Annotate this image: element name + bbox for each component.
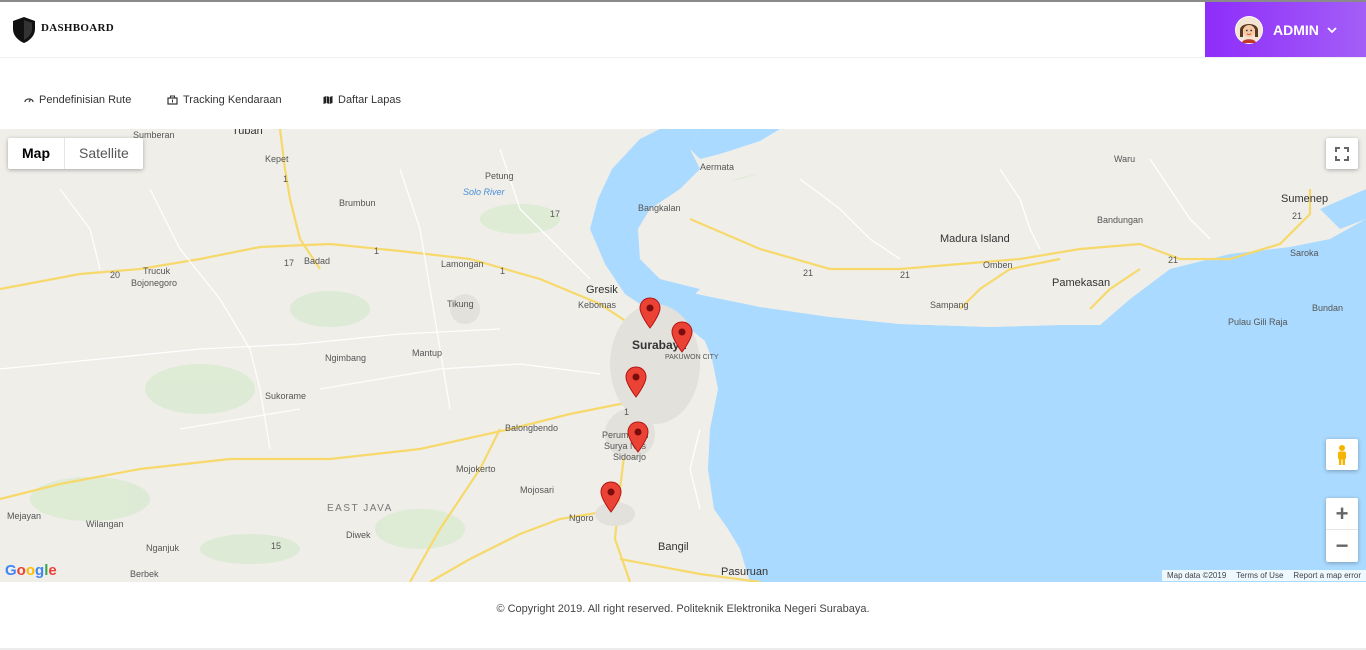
place-label: Balongbendo <box>505 423 559 433</box>
place-label: Bandungan <box>1097 215 1144 225</box>
admin-menu-button[interactable]: ADMIN <box>1205 2 1366 57</box>
location-marker-icon[interactable] <box>627 421 649 453</box>
place-label: Mantup <box>412 348 443 358</box>
top-header: DASHBOARD ADMIN <box>0 2 1366 58</box>
google-logo[interactable]: Google <box>5 562 57 579</box>
place-label: Waru <box>1114 154 1136 164</box>
place-label: Bundan <box>1312 303 1344 313</box>
map-attribution: Map data ©2019 Terms of Use Report a map… <box>1162 570 1366 581</box>
place-label: Sumenep <box>1281 193 1329 205</box>
place-label: Wilangan <box>86 519 124 529</box>
place-label: Lamongan <box>441 259 484 269</box>
place-label: Bangkalan <box>638 203 681 213</box>
map-type-map-button[interactable]: Map <box>8 138 65 169</box>
shield-icon[interactable] <box>12 16 36 44</box>
footer: © Copyright 2019. All right reserved. Po… <box>0 582 1366 650</box>
place-label: Ngoro <box>569 513 594 523</box>
place-label: Nganjuk <box>146 543 180 553</box>
place-label: Tuban <box>232 129 263 137</box>
place-label: Pamekasan <box>1052 277 1111 289</box>
place-label: Badad <box>304 256 331 266</box>
zoom-control: + − <box>1326 498 1358 562</box>
map-data-text: Map data ©2019 <box>1167 571 1227 580</box>
place-label: Brumbun <box>339 198 376 208</box>
place-label: Pasuruan <box>721 566 769 578</box>
place-label: Mejayan <box>7 511 42 521</box>
nav-item-pendefinisian-rute[interactable]: Pendefinisian Rute <box>24 94 131 106</box>
vehicle-icon <box>167 95 178 105</box>
brand-title[interactable]: DASHBOARD <box>41 22 114 34</box>
route-shield: 15 <box>271 541 282 551</box>
place-label: Diwek <box>346 530 371 540</box>
route-shield: 17 <box>550 209 561 219</box>
nav-item-label: Tracking Kendaraan <box>183 94 282 106</box>
place-label: Kepet <box>265 154 289 164</box>
place-label: Mojokerto <box>456 464 496 474</box>
zoom-in-button[interactable]: + <box>1326 498 1358 530</box>
route-shield: 1 <box>283 174 289 184</box>
location-marker-icon[interactable] <box>639 297 661 329</box>
place-label: Madura Island <box>940 233 1010 245</box>
main-nav: Pendefinisian Rute Tracking Kendaraan Da… <box>0 88 1366 116</box>
place-label: Trucuk <box>143 266 171 276</box>
place-label: Solo River <box>463 187 505 197</box>
region-label: EAST JAVA <box>327 503 393 514</box>
fullscreen-button[interactable] <box>1326 138 1358 169</box>
route-shield: 1 <box>374 246 380 256</box>
zoom-out-button[interactable]: − <box>1326 530 1358 562</box>
route-shield: 21 <box>900 270 911 280</box>
route-shield: 17 <box>284 258 295 268</box>
report-map-error-link[interactable]: Report a map error <box>1293 571 1361 580</box>
map-canvas[interactable]: 17 1 17 1 1 20 21 21 21 21 1 15 Tuban Su… <box>0 129 1366 582</box>
place-label: Omben <box>983 260 1013 270</box>
route-icon <box>24 98 34 103</box>
nav-item-label: Pendefinisian Rute <box>39 94 132 106</box>
location-marker-icon[interactable] <box>625 366 647 398</box>
place-label: Sukorame <box>265 391 307 401</box>
nav-item-tracking-kendaraan[interactable]: Tracking Kendaraan <box>167 94 282 106</box>
route-shield: 1 <box>500 266 506 276</box>
place-label: Berbek <box>130 569 159 579</box>
place-label: Pulau Gili Raja <box>1228 317 1288 327</box>
avatar <box>1235 15 1263 44</box>
place-label: Sampang <box>930 300 969 310</box>
place-label: Mojosari <box>520 485 555 495</box>
place-label: Tikung <box>447 299 474 309</box>
location-marker-icon[interactable] <box>671 321 693 353</box>
route-shield: 20 <box>110 270 121 280</box>
user-avatar-icon <box>1236 16 1262 43</box>
location-marker-icon[interactable] <box>600 481 622 513</box>
route-shield: 21 <box>803 268 814 278</box>
pegman-icon <box>1338 444 1346 465</box>
place-label: PAKUWON CITY <box>665 354 719 361</box>
nav-item-label: Daftar Lapas <box>338 94 401 106</box>
chevron-down-icon <box>1327 27 1337 34</box>
place-label: Sidoarjo <box>613 452 647 462</box>
place-label: Gresik <box>586 284 618 296</box>
map-icon <box>323 96 333 104</box>
nav-item-daftar-lapas[interactable]: Daftar Lapas <box>323 94 401 106</box>
place-label: Saroka <box>1290 248 1319 258</box>
place-label: Bojonegoro <box>131 278 178 288</box>
map-type-satellite-button[interactable]: Satellite <box>65 138 143 169</box>
map-type-control: Map Satellite <box>8 138 143 169</box>
route-shield: 21 <box>1292 211 1303 221</box>
terms-of-use-link[interactable]: Terms of Use <box>1236 571 1283 580</box>
fullscreen-icon <box>1335 146 1349 161</box>
admin-label: ADMIN <box>1273 21 1319 38</box>
street-view-pegman-button[interactable] <box>1326 439 1358 470</box>
place-label: Ngimbang <box>325 353 367 363</box>
place-label: Petung <box>485 171 514 181</box>
route-shield: 1 <box>624 407 630 417</box>
route-shield: 21 <box>1168 255 1179 265</box>
place-label: Aermata <box>700 162 735 172</box>
place-label: Kebomas <box>578 300 617 310</box>
place-label: Bangil <box>658 541 689 553</box>
copyright-text: © Copyright 2019. All right reserved. Po… <box>496 603 870 615</box>
